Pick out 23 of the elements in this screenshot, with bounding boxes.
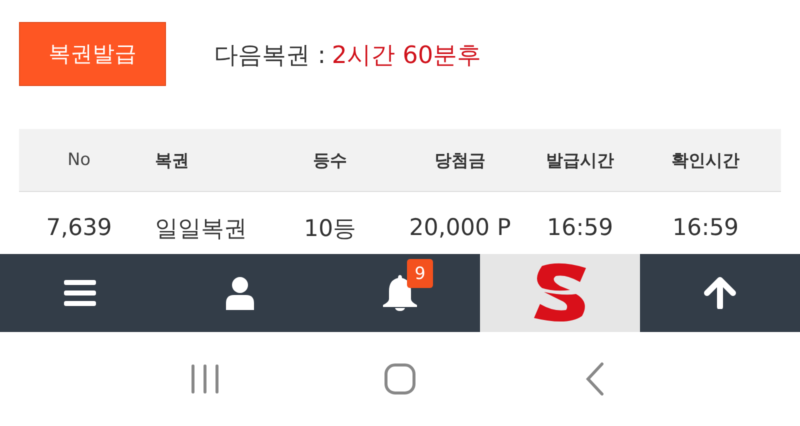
column-header: 복권 xyxy=(154,150,190,172)
table-cell-text: 20,000 P xyxy=(408,215,512,241)
bell-icon[interactable] xyxy=(383,275,417,311)
next-lottery-label: 다음복권 : xyxy=(214,40,326,70)
notification-badge: 9 xyxy=(407,259,433,288)
recents-icon[interactable] xyxy=(190,364,220,394)
home-icon[interactable] xyxy=(384,363,416,395)
column-header: 발급시간 xyxy=(545,150,615,172)
table-cell-text: 일일복권 xyxy=(154,214,248,244)
up-arrow-icon[interactable] xyxy=(704,277,736,309)
table-cell-text: 7,639 xyxy=(45,215,113,241)
issue-button[interactable]: 복권발급 xyxy=(19,22,166,86)
user-icon[interactable] xyxy=(226,276,254,310)
menu-icon[interactable] xyxy=(64,280,96,306)
next-lottery-time: 2시간 60분후 xyxy=(332,40,482,70)
column-header: 등수 xyxy=(312,150,348,172)
table-cell-text: 16:59 xyxy=(671,215,740,241)
column-header: No xyxy=(66,150,92,170)
table-cell-text: 10등 xyxy=(302,214,358,244)
column-header: 확인시간 xyxy=(670,150,740,172)
table-cell-text: 16:59 xyxy=(546,215,614,241)
column-header: 당첨금 xyxy=(434,150,486,172)
back-icon[interactable] xyxy=(584,362,605,396)
